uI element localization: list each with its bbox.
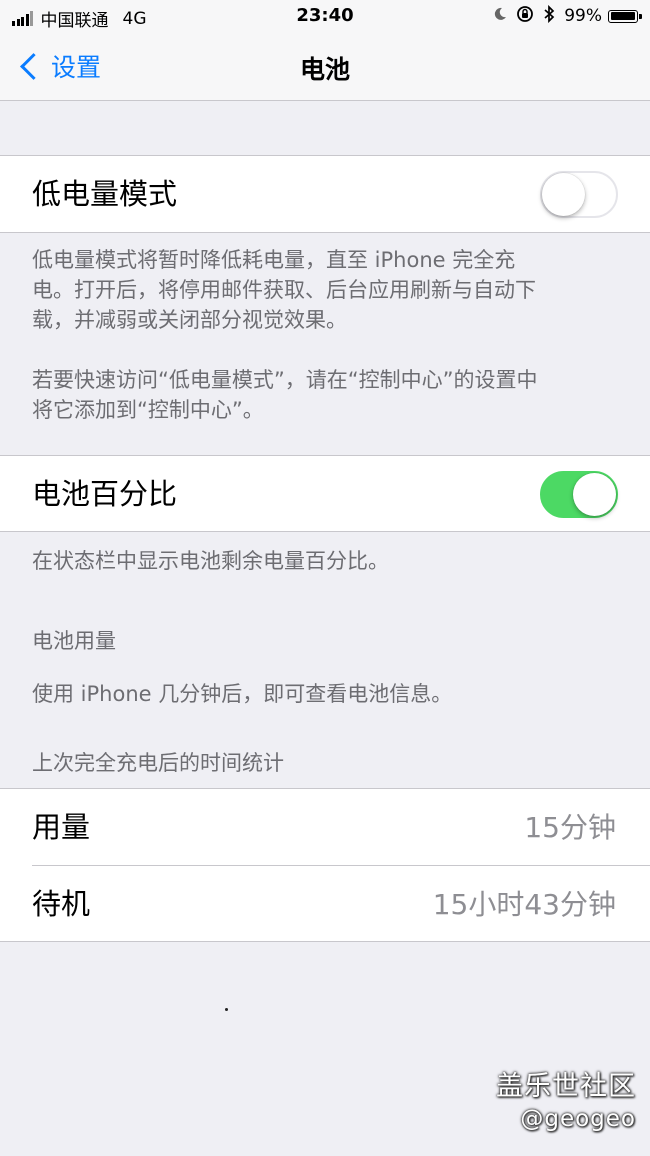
battery-percentage-toggle[interactable] bbox=[540, 471, 618, 518]
battery-percent: 99% bbox=[564, 6, 602, 26]
bluetooth-icon bbox=[543, 4, 555, 27]
status-bar-right: 99% bbox=[493, 4, 642, 27]
battery-usage-header: 电池用量 bbox=[32, 629, 116, 653]
row-separator bbox=[32, 865, 650, 866]
standby-value: 15小时43分钟 bbox=[432, 888, 616, 921]
usage-value: 15分钟 bbox=[524, 811, 616, 844]
battery-percentage-label: 电池百分比 bbox=[32, 477, 178, 511]
watermark-brand: 盖乐世社区 bbox=[496, 1071, 636, 1102]
battery-icon bbox=[608, 9, 642, 23]
battery-percentage-cell: 电池百分比 bbox=[0, 455, 650, 532]
watermark-user: @geogeo bbox=[520, 1106, 636, 1132]
usage-label: 用量 bbox=[32, 810, 91, 844]
low-power-mode-label: 低电量模式 bbox=[32, 177, 178, 211]
battery-fill bbox=[610, 12, 636, 20]
standby-label: 待机 bbox=[32, 887, 91, 921]
rotation-lock-icon bbox=[516, 5, 534, 27]
status-bar: 中国联通 4G 23:40 99% bbox=[0, 0, 650, 34]
toggle-knob bbox=[542, 173, 585, 216]
moon-icon bbox=[493, 7, 507, 25]
low-power-mode-description: 低电量模式将暂时降低耗电量，直至 iPhone 完全充 电。打开后，将停用邮件获… bbox=[32, 248, 538, 422]
usage-stats-group: 用量 15分钟 待机 15小时43分钟 bbox=[0, 788, 650, 942]
since-last-charge-header: 上次完全充电后的时间统计 bbox=[32, 751, 284, 775]
low-power-mode-toggle[interactable] bbox=[540, 171, 618, 218]
low-power-mode-cell: 低电量模式 bbox=[0, 155, 650, 233]
stray-dot bbox=[225, 1008, 228, 1011]
navigation-bar: 设置 电池 bbox=[0, 34, 650, 101]
toggle-knob bbox=[573, 473, 616, 516]
battery-percentage-description: 在状态栏中显示电池剩余电量百分比。 bbox=[32, 549, 389, 573]
battery-usage-message: 使用 iPhone 几分钟后，即可查看电池信息。 bbox=[32, 682, 453, 706]
page-title: 电池 bbox=[299, 55, 350, 84]
